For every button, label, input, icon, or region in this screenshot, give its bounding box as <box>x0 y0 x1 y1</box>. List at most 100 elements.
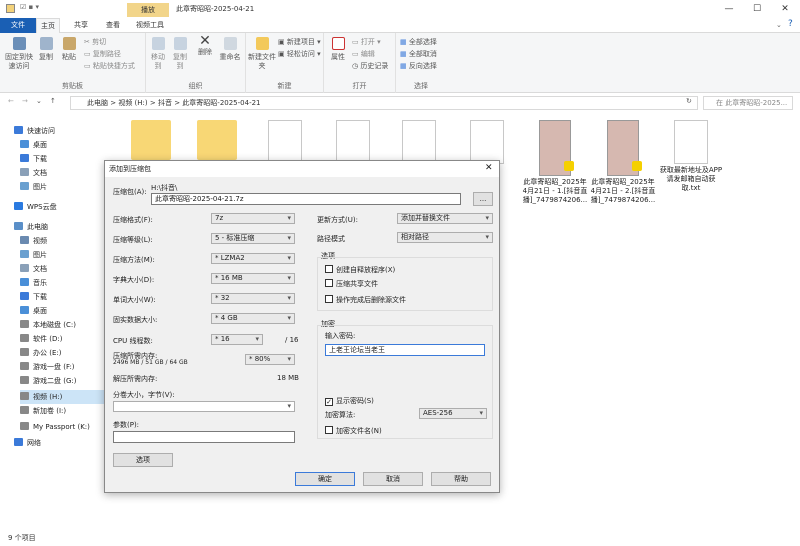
minimize-icon[interactable]: — <box>718 2 740 16</box>
nav-item[interactable]: 桌面 <box>20 304 47 318</box>
easy-access-button[interactable]: ▣ 轻松访问 ▾ <box>278 49 321 59</box>
ok-button[interactable]: 确定 <box>295 472 355 486</box>
file-item[interactable]: 此章寄昭昭_2025年4月21日 - 2.[抖音直播]_7479874206..… <box>590 120 656 205</box>
cut-button[interactable]: ✂ 剪切 <box>84 37 106 47</box>
nav-item[interactable]: 下载 <box>20 152 47 166</box>
paste-icon <box>62 37 76 50</box>
rename-button[interactable]: 重命名 <box>218 37 242 62</box>
mem-percent-select[interactable]: * 80% <box>245 354 295 365</box>
nav-item[interactable]: 视频 <box>20 234 47 248</box>
select-none-button[interactable]: ▦ 全部取消 <box>400 49 437 59</box>
refresh-icon[interactable]: ↻ <box>686 97 692 105</box>
show-password-checkbox[interactable]: ✓ 显示密码(S) <box>325 396 374 406</box>
nav-item[interactable]: 下载 <box>20 290 47 304</box>
nav-item[interactable]: 图片 <box>20 180 47 194</box>
archive-name-input[interactable]: 此章寄昭昭-2025-04-21.7z <box>151 193 461 205</box>
level-select[interactable]: 5 - 标准压缩 <box>211 233 295 244</box>
text-file-icon <box>674 120 708 164</box>
nav-item-label: 图片 <box>33 251 47 259</box>
properties-button[interactable]: 属性 <box>328 37 348 62</box>
delete-button[interactable]: ✕ 删除 <box>196 34 214 57</box>
tab-share[interactable]: 共享 <box>66 18 96 33</box>
delete-source-checkbox[interactable]: 操作完成后删除源文件 <box>325 295 406 305</box>
nav-item[interactable]: 此电脑 <box>14 220 48 234</box>
tab-video-tools[interactable]: 视频工具 <box>130 18 170 33</box>
cancel-button[interactable]: 取消 <box>363 472 423 486</box>
new-folder-button[interactable]: 新建文件夹 <box>248 37 276 71</box>
nav-item[interactable]: My Passport (K:) <box>20 420 90 434</box>
new-item-button[interactable]: ▣ 新建项目 ▾ <box>278 37 321 47</box>
nav-item[interactable]: 游戏一盘 (F:) <box>20 360 75 374</box>
search-input[interactable]: 在 此章寄昭昭-2025... <box>703 96 793 110</box>
browse-button[interactable]: ... <box>473 192 493 206</box>
recent-locations-icon[interactable]: ⌄ <box>36 97 42 105</box>
method-select[interactable]: * LZMA2 <box>211 253 295 264</box>
nav-item[interactable]: 图片 <box>20 248 47 262</box>
solid-select[interactable]: * 4 GB <box>211 313 295 324</box>
select-all-button[interactable]: ▦ 全部选择 <box>400 37 437 47</box>
shared-checkbox[interactable]: 压缩共享文件 <box>325 279 378 289</box>
copy-to-button[interactable]: 复制到 <box>170 37 190 71</box>
nav-item[interactable]: 文档 <box>20 262 47 276</box>
nav-item[interactable]: 文档 <box>20 166 47 180</box>
pin-quick-access-button[interactable]: 固定到快速访问 <box>4 37 34 71</box>
maximize-icon[interactable]: ☐ <box>746 2 768 16</box>
edit-button[interactable]: ▭ 编辑 <box>352 49 375 59</box>
format-select[interactable]: 7z <box>211 213 295 224</box>
encrypt-names-checkbox[interactable]: 加密文件名(N) <box>325 426 382 436</box>
nav-item[interactable]: 软件 (D:) <box>20 332 62 346</box>
pathmode-select[interactable]: 相对路径 <box>397 232 493 243</box>
chevron-down-icon[interactable]: ⌄ <box>776 21 782 29</box>
tab-view[interactable]: 查看 <box>98 18 128 33</box>
sfx-checkbox[interactable]: 创建自释放程序(X) <box>325 265 395 275</box>
cpu-select[interactable]: * 16 <box>211 334 263 345</box>
text-file-icon <box>402 120 436 164</box>
nav-item[interactable]: 音乐 <box>20 276 47 290</box>
nav-item[interactable]: 网络 <box>14 436 41 450</box>
help-button[interactable]: 帮助 <box>431 472 491 486</box>
forward-icon[interactable]: → <box>22 97 28 105</box>
file-item[interactable] <box>184 120 250 162</box>
video-thumbnail <box>607 120 642 176</box>
nav-item[interactable]: 游戏二盘 (G:) <box>20 374 76 388</box>
dialog-close-icon[interactable]: ✕ <box>485 163 493 173</box>
open-button[interactable]: ▭ 打开 ▾ <box>352 37 381 47</box>
dialog-title: 添加到压缩包 <box>105 161 499 177</box>
file-item[interactable]: 获取最新地址及APP请发邮箱自动获取.txt <box>658 120 724 193</box>
password-input[interactable]: 上老王论坛当老王 <box>325 344 485 356</box>
tab-file[interactable]: 文件 <box>0 18 36 33</box>
params-input[interactable] <box>113 431 295 443</box>
nav-item[interactable]: 视频 (H:) <box>20 390 110 404</box>
nav-item[interactable]: 快速访问 <box>14 124 55 138</box>
options-button[interactable]: 选项 <box>113 453 173 467</box>
encryption-method-select[interactable]: AES-256 <box>419 408 487 419</box>
close-icon[interactable]: ✕ <box>774 2 796 16</box>
move-to-button[interactable]: 移动到 <box>148 37 168 71</box>
nav-item[interactable]: 办公 (E:) <box>20 346 61 360</box>
dict-select[interactable]: * 16 MB <box>211 273 295 284</box>
up-icon[interactable]: ↑ <box>50 97 56 105</box>
quick-access-toolbar-icon[interactable]: ☑ ▪ ▾ <box>20 3 39 11</box>
nav-item[interactable]: 本地磁盘 (C:) <box>20 318 76 332</box>
copy-path-button[interactable]: ▭ 复制路径 <box>84 49 121 59</box>
paste-button[interactable]: 粘贴 <box>58 37 80 62</box>
help-icon[interactable]: ? <box>788 19 793 29</box>
address-input[interactable]: 此电脑 > 视频 (H:) > 抖音 > 此章寄昭昭-2025-04-21 <box>70 96 698 110</box>
tab-home[interactable]: 主页 <box>36 18 60 33</box>
file-item[interactable]: 此章寄昭昭_2025年4月21日 - 1.[抖音直播]_7479874206..… <box>522 120 588 205</box>
back-icon[interactable]: ← <box>8 97 14 105</box>
nav-item[interactable]: 新加卷 (I:) <box>20 404 66 418</box>
update-select[interactable]: 添加并替换文件 <box>397 213 493 224</box>
paste-shortcut-button[interactable]: ▭ 粘贴快捷方式 <box>84 61 135 71</box>
format-label: 压缩格式(F): <box>113 216 153 224</box>
nav-item[interactable]: 桌面 <box>20 138 47 152</box>
copy-button[interactable]: 复制 <box>36 37 56 62</box>
invert-selection-button[interactable]: ▦ 反向选择 <box>400 61 437 71</box>
context-tab-play[interactable]: 播放 <box>127 3 169 17</box>
word-select[interactable]: * 32 <box>211 293 295 304</box>
history-button[interactable]: ◷ 历史记录 <box>352 61 388 71</box>
nav-item[interactable]: WPS云盘 <box>14 200 57 214</box>
split-select[interactable] <box>113 401 295 412</box>
address-bar-row: ← → ⌄ ↑ 此电脑 > 视频 (H:) > 抖音 > 此章寄昭昭-2025-… <box>0 94 800 112</box>
file-item[interactable] <box>118 120 184 162</box>
